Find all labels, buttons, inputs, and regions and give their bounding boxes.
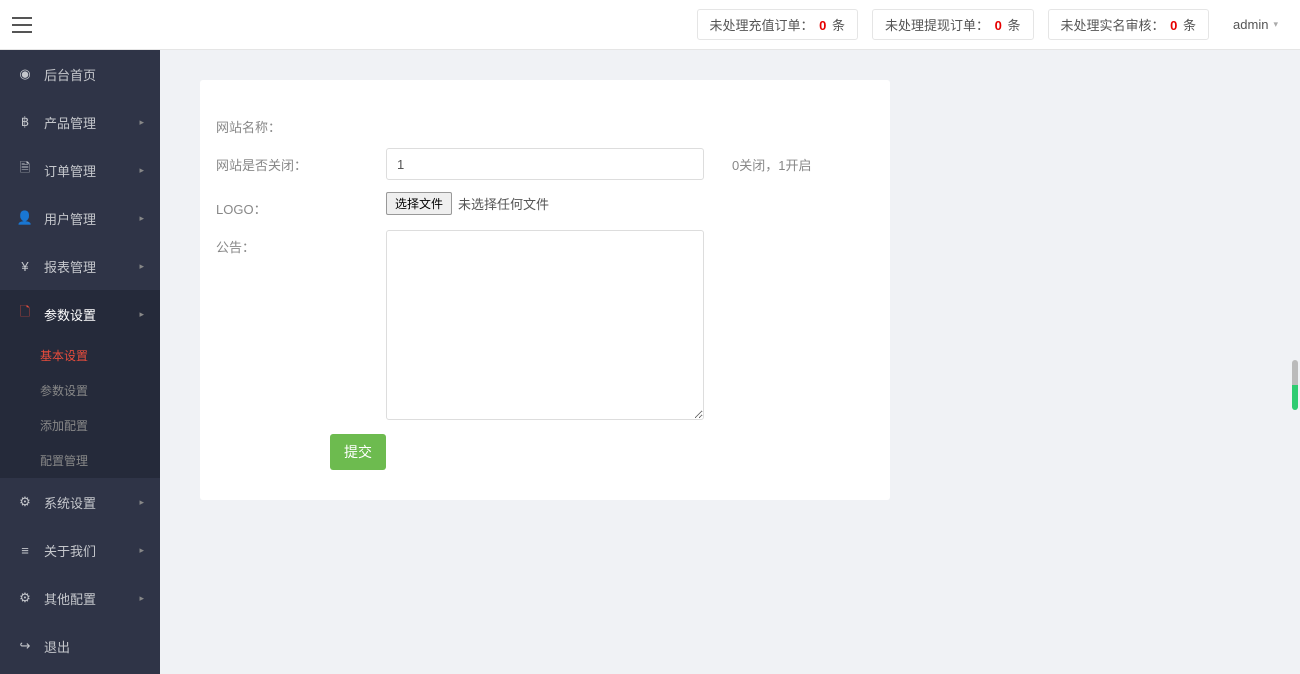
sidebar-icon-7: ≡ bbox=[16, 543, 34, 558]
pending-recharge-badge[interactable]: 未处理充值订单： 0 条 bbox=[697, 9, 859, 40]
sidebar-icon-4: ¥ bbox=[16, 259, 34, 274]
sidebar-icon-8: ⚙ bbox=[16, 590, 34, 606]
pending-realname-badge[interactable]: 未处理实名审核： 0 条 bbox=[1048, 9, 1210, 40]
sidebar-icon-2: 🗎 bbox=[16, 159, 34, 181]
admin-dropdown[interactable]: admin ▾ bbox=[1223, 12, 1288, 37]
chevron-right-icon: ▸ bbox=[139, 497, 144, 508]
sidebar-icon-6: ⚙ bbox=[16, 494, 34, 510]
sidebar-label: 订单管理 bbox=[44, 161, 139, 180]
pending-recharge-unit: 条 bbox=[832, 18, 845, 33]
pending-withdraw-count: 0 bbox=[995, 18, 1002, 33]
sidebar-icon-3: 👤 bbox=[16, 210, 34, 226]
pending-realname-count: 0 bbox=[1170, 18, 1177, 33]
pending-recharge-label: 未处理充值订单： bbox=[710, 18, 814, 33]
sidebar-icon-5: 🗋 bbox=[16, 303, 34, 325]
sidebar-item-4[interactable]: ¥ 报表管理▸ bbox=[0, 242, 160, 290]
sidebar-icon-0: ◉ bbox=[16, 66, 34, 82]
notice-textarea[interactable] bbox=[386, 230, 704, 420]
sidebar-label: 用户管理 bbox=[44, 209, 139, 228]
header-right: 未处理充值订单： 0 条 未处理提现订单： 0 条 未处理实名审核： 0 条 a… bbox=[697, 9, 1289, 40]
chevron-right-icon: ▸ bbox=[139, 117, 144, 128]
sidebar-label: 产品管理 bbox=[44, 113, 139, 132]
sidebar-item-5[interactable]: 🗋 参数设置▸ bbox=[0, 290, 160, 338]
sidebar-label: 后台首页 bbox=[44, 65, 144, 84]
sidebar-item-1[interactable]: ฿ 产品管理▸ bbox=[0, 98, 160, 146]
submenu-item-1[interactable]: 参数设置 bbox=[0, 373, 160, 408]
submenu-item-0[interactable]: 基本设置 bbox=[0, 338, 160, 373]
sidebar-icon-9: ↪ bbox=[16, 638, 34, 654]
chevron-right-icon: ▸ bbox=[139, 261, 144, 272]
main-content: 网站名称： 网站是否关闭： 0关闭，1开启 LOGO： 选择文件 未选择任何文件… bbox=[160, 50, 1300, 674]
sidebar-label: 系统设置 bbox=[44, 493, 139, 512]
sidebar-item-9[interactable]: ↪ 退出 bbox=[0, 622, 160, 670]
admin-username: admin bbox=[1233, 17, 1268, 32]
sidebar-item-2[interactable]: 🗎 订单管理▸ bbox=[0, 146, 160, 194]
site-closed-input[interactable] bbox=[386, 148, 704, 180]
chevron-right-icon: ▸ bbox=[139, 593, 144, 604]
site-closed-label: 网站是否关闭： bbox=[216, 148, 386, 174]
row-site-closed: 网站是否关闭： 0关闭，1开启 bbox=[216, 148, 874, 180]
file-select-button[interactable]: 选择文件 bbox=[386, 192, 452, 215]
sidebar-item-6[interactable]: ⚙ 系统设置▸ bbox=[0, 478, 160, 526]
menu-toggle-icon[interactable] bbox=[12, 17, 32, 33]
sidebar-item-0[interactable]: ◉ 后台首页 bbox=[0, 50, 160, 98]
chevron-right-icon: ▸ bbox=[139, 309, 144, 320]
pending-withdraw-label: 未处理提现订单： bbox=[885, 18, 989, 33]
logo-label: LOGO： bbox=[216, 192, 386, 218]
settings-card: 网站名称： 网站是否关闭： 0关闭，1开启 LOGO： 选择文件 未选择任何文件… bbox=[200, 80, 890, 500]
sidebar-item-8[interactable]: ⚙ 其他配置▸ bbox=[0, 574, 160, 622]
sidebar: ◉后台首页฿产品管理▸🗎订单管理▸👤用户管理▸¥报表管理▸🗋参数设置▸基本设置参… bbox=[0, 50, 160, 674]
pending-withdraw-badge[interactable]: 未处理提现订单： 0 条 bbox=[872, 9, 1034, 40]
sidebar-label: 退出 bbox=[44, 637, 144, 656]
submit-button[interactable]: 提交 bbox=[330, 434, 386, 470]
row-logo: LOGO： 选择文件 未选择任何文件 bbox=[216, 192, 874, 218]
pending-realname-label: 未处理实名审核： bbox=[1061, 18, 1165, 33]
submit-row: 提交 bbox=[216, 434, 874, 470]
row-site-name: 网站名称： bbox=[216, 110, 874, 136]
sidebar-label: 关于我们 bbox=[44, 541, 139, 560]
chevron-right-icon: ▸ bbox=[139, 165, 144, 176]
pending-recharge-count: 0 bbox=[819, 18, 826, 33]
file-status-text: 未选择任何文件 bbox=[458, 194, 549, 213]
pending-realname-unit: 条 bbox=[1183, 18, 1196, 33]
sidebar-item-7[interactable]: ≡ 关于我们▸ bbox=[0, 526, 160, 574]
sidebar-label: 参数设置 bbox=[44, 305, 139, 324]
sidebar-label: 报表管理 bbox=[44, 257, 139, 276]
sidebar-icon-1: ฿ bbox=[16, 114, 34, 130]
notice-label: 公告： bbox=[216, 230, 386, 256]
header-bar: 未处理充值订单： 0 条 未处理提现订单： 0 条 未处理实名审核： 0 条 a… bbox=[0, 0, 1300, 50]
pending-withdraw-unit: 条 bbox=[1008, 18, 1021, 33]
row-notice: 公告： bbox=[216, 230, 874, 420]
sidebar-label: 其他配置 bbox=[44, 589, 139, 608]
sidebar-item-3[interactable]: 👤 用户管理▸ bbox=[0, 194, 160, 242]
scroll-indicator bbox=[1292, 360, 1298, 410]
submenu: 基本设置参数设置添加配置配置管理 bbox=[0, 338, 160, 478]
submenu-item-2[interactable]: 添加配置 bbox=[0, 408, 160, 443]
site-closed-hint: 0关闭，1开启 bbox=[732, 148, 811, 174]
chevron-right-icon: ▸ bbox=[139, 213, 144, 224]
submenu-item-3[interactable]: 配置管理 bbox=[0, 443, 160, 478]
site-name-label: 网站名称： bbox=[216, 110, 386, 136]
chevron-down-icon: ▾ bbox=[1273, 19, 1278, 30]
chevron-right-icon: ▸ bbox=[139, 545, 144, 556]
